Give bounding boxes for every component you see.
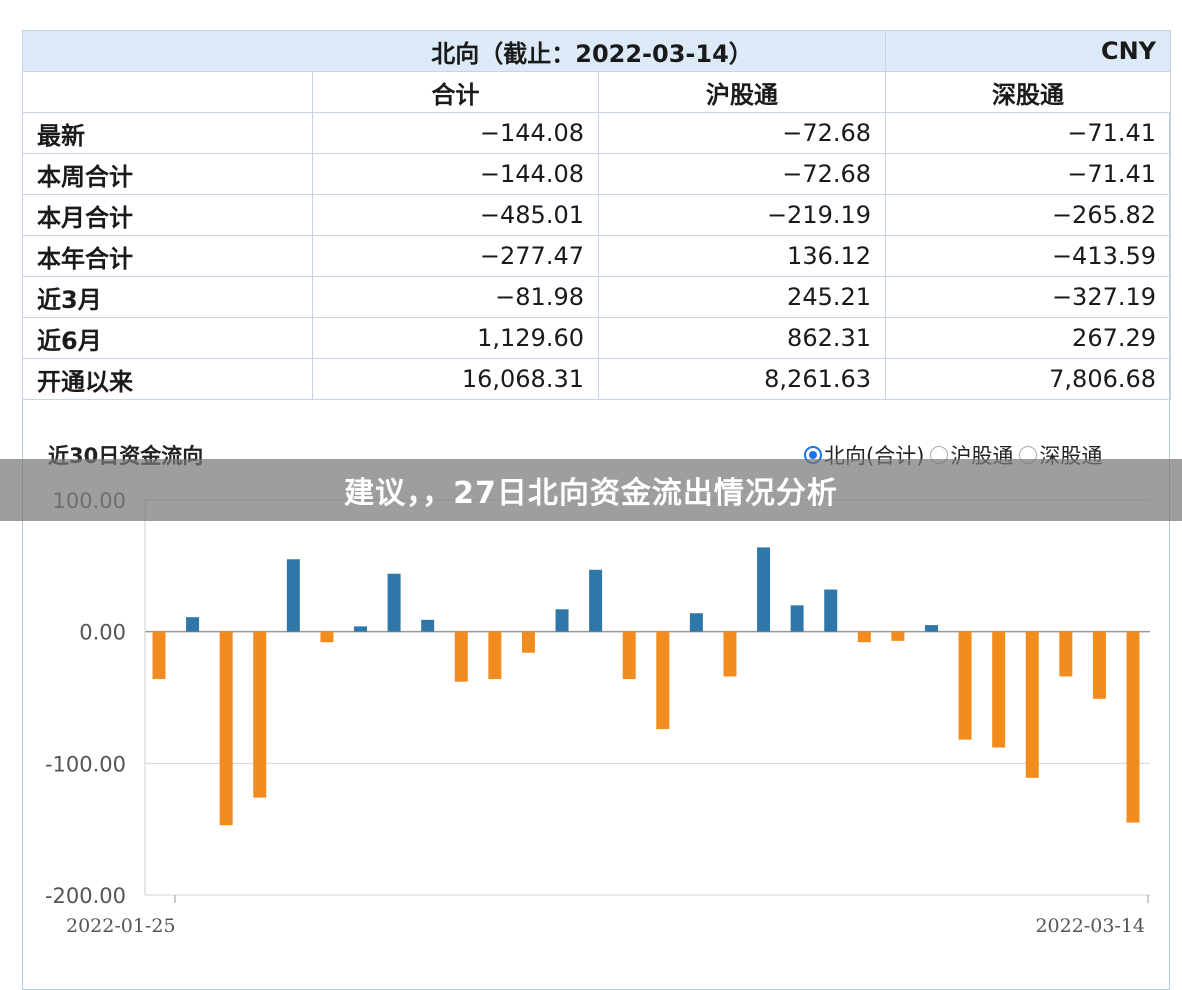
y-tick-label: -200.00	[45, 884, 126, 908]
cell-total: 16,068.31	[312, 358, 599, 400]
table-row: 开通以来 16,068.31 8,261.63 7,806.68	[22, 358, 1172, 400]
chart-bar	[790, 605, 804, 632]
cell-total: −485.01	[312, 194, 599, 236]
currency-label: CNY	[885, 30, 1172, 72]
chart-bar	[824, 589, 838, 632]
chart-bar	[857, 631, 871, 643]
chart-bar	[387, 573, 401, 632]
chart-bar	[521, 631, 535, 653]
chart-bar	[253, 631, 267, 798]
column-header-sh: 沪股通	[597, 71, 887, 113]
chart-bar	[1126, 631, 1140, 823]
column-header-total: 合计	[312, 71, 599, 113]
x-tick-label: 2022-03-14	[1035, 915, 1145, 937]
cell-sz: 267.29	[885, 317, 1172, 359]
chart-bar	[656, 631, 670, 730]
cell-sh: 862.31	[597, 317, 887, 359]
table-title: 北向（截止：2022-03-14）	[21, 30, 887, 72]
row-label: 近6月	[22, 317, 313, 359]
y-tick-label: 0.00	[79, 621, 126, 645]
title-banner: 建议，，27日北向资金流出情况分析	[0, 459, 1182, 521]
table-row: 近3月 −81.98 245.21 −327.19	[22, 276, 1172, 318]
north-flow-table: 北向（截止：2022-03-14） CNY 合计 沪股通 深股通 最新 −144…	[21, 30, 1172, 400]
chart-bar	[1025, 631, 1039, 778]
cell-sz: −71.41	[885, 153, 1172, 195]
table-row: 近6月 1,129.60 862.31 267.29	[22, 317, 1172, 359]
table-row: 本年合计 −277.47 136.12 −413.59	[22, 235, 1172, 277]
table-header-row: 北向（截止：2022-03-14） CNY	[21, 30, 1172, 72]
chart-bar	[1059, 631, 1073, 677]
chart-bar	[723, 631, 737, 677]
chart-bar	[1092, 631, 1106, 699]
chart-bars	[152, 547, 1140, 826]
chart-axis: 100.000.00-100.00-200.002022-01-252022-0…	[45, 489, 1149, 937]
y-tick-label: -100.00	[45, 752, 126, 776]
cell-sh: 245.21	[597, 276, 887, 318]
chart-bar	[589, 569, 603, 632]
cell-total: 1,129.60	[312, 317, 599, 359]
chart-bar	[354, 626, 368, 632]
cell-sh: 136.12	[597, 235, 887, 277]
row-label: 开通以来	[22, 358, 313, 400]
cell-sh: −219.19	[597, 194, 887, 236]
chart-bar	[622, 631, 636, 680]
chart-bar	[992, 631, 1006, 748]
cell-sh: −72.68	[597, 153, 887, 195]
chart-bar	[757, 547, 771, 632]
cell-total: −144.08	[312, 153, 599, 195]
chart-bar	[286, 559, 300, 632]
chart-bar	[320, 631, 334, 643]
chart-bar	[924, 625, 938, 632]
cell-total: −81.98	[312, 276, 599, 318]
table-row: 本周合计 −144.08 −72.68 −71.41	[22, 153, 1172, 195]
row-label: 本周合计	[22, 153, 313, 195]
row-label: 近3月	[22, 276, 313, 318]
cell-sh: 8,261.63	[597, 358, 887, 400]
chart-bar	[152, 631, 166, 680]
flow-bar-chart: 100.000.00-100.00-200.002022-01-252022-0…	[45, 489, 1150, 937]
column-header-sz: 深股通	[885, 71, 1172, 113]
empty-corner-cell	[22, 71, 313, 113]
cell-total: −277.47	[312, 235, 599, 277]
chart-bar	[488, 631, 502, 680]
row-label: 本年合计	[22, 235, 313, 277]
chart-bar	[421, 619, 435, 632]
cell-sz: 7,806.68	[885, 358, 1172, 400]
row-label: 最新	[22, 112, 313, 154]
cell-sh: −72.68	[597, 112, 887, 154]
chart-bar	[958, 631, 972, 740]
row-label: 本月合计	[22, 194, 313, 236]
column-header-row: 合计 沪股通 深股通	[22, 71, 1172, 113]
table-row: 本月合计 −485.01 −219.19 −265.82	[22, 194, 1172, 236]
cell-sz: −265.82	[885, 194, 1172, 236]
chart-bar	[454, 631, 468, 682]
cell-total: −144.08	[312, 112, 599, 154]
chart-bar	[219, 631, 233, 826]
chart-bar	[689, 613, 703, 632]
cell-sz: −327.19	[885, 276, 1172, 318]
table-row: 最新 −144.08 −72.68 −71.41	[22, 112, 1172, 154]
chart-bar	[891, 631, 905, 641]
cell-sz: −71.41	[885, 112, 1172, 154]
chart-bar	[555, 609, 569, 632]
cell-sz: −413.59	[885, 235, 1172, 277]
chart-bar	[186, 617, 200, 632]
banner-text: 建议，，27日北向资金流出情况分析	[344, 476, 838, 511]
x-tick-label: 2022-01-25	[66, 915, 176, 937]
